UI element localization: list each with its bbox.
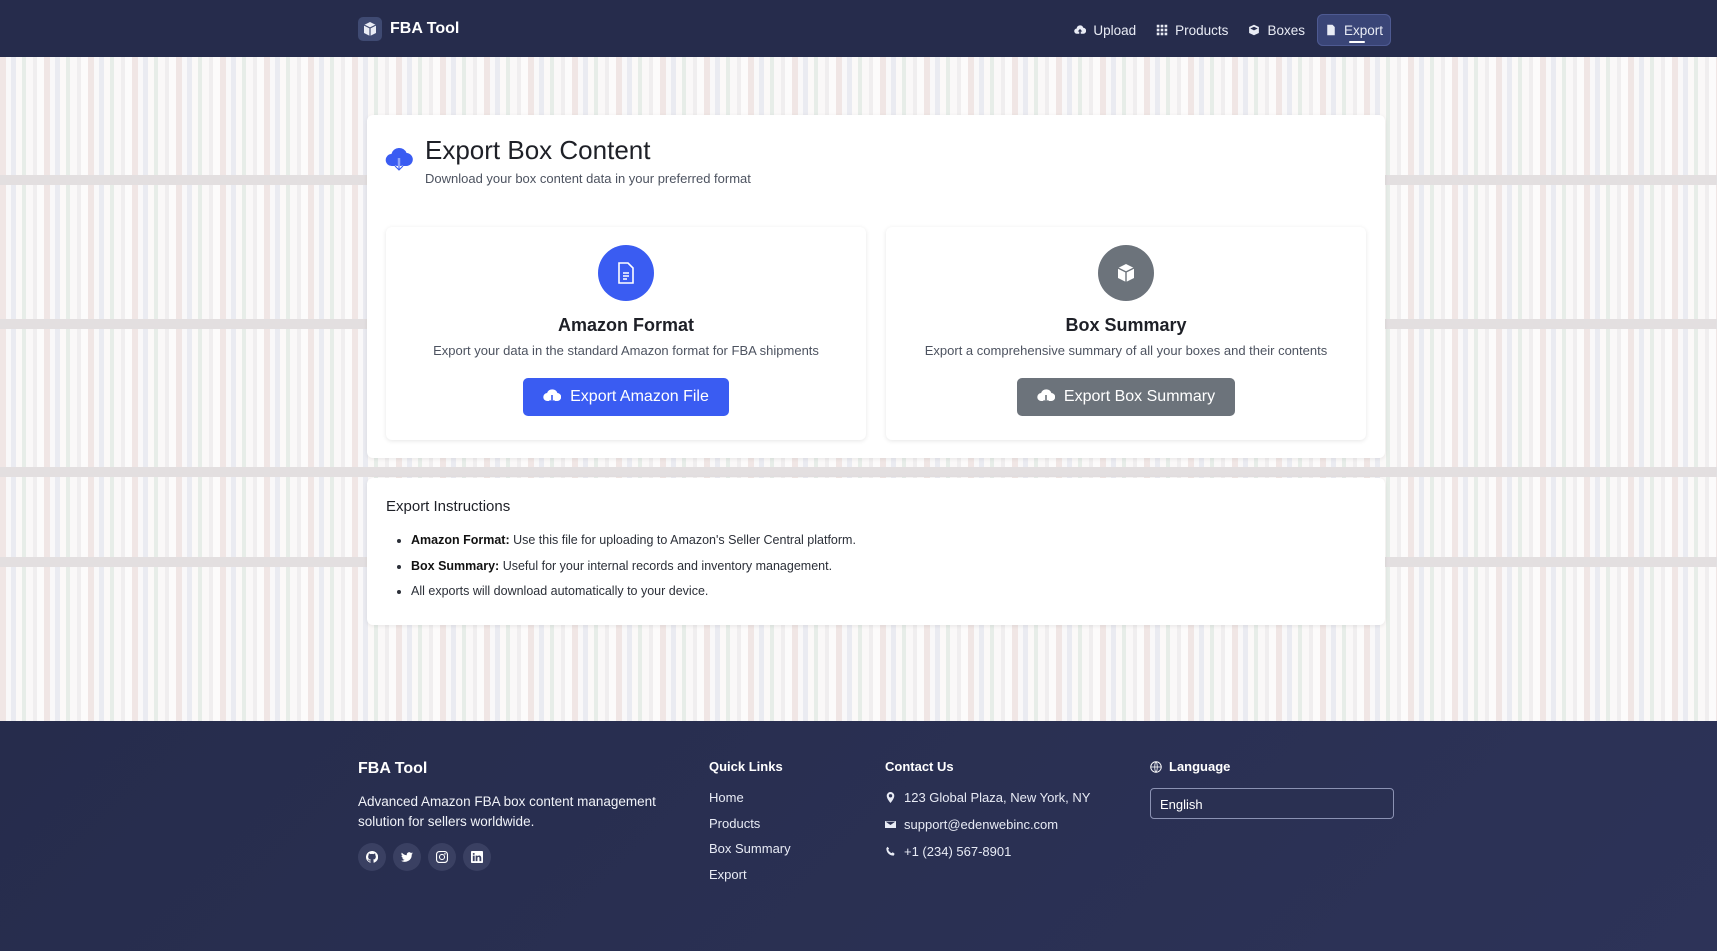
nav-export[interactable]: Export: [1316, 14, 1391, 46]
instruction-text: All exports will download automatically …: [411, 584, 709, 598]
contact-address-text: 123 Global Plaza, New York, NY: [904, 790, 1091, 805]
export-box-summary-label: Export Box Summary: [1063, 388, 1216, 405]
twitter-icon[interactable]: [393, 843, 421, 871]
language-select[interactable]: English: [1150, 788, 1394, 819]
envelope-icon: [885, 821, 896, 828]
footer: FBA Tool Advanced Amazon FBA box content…: [0, 721, 1717, 951]
footer-brand: FBA Tool: [358, 760, 428, 777]
nav-boxes[interactable]: Boxes: [1240, 14, 1313, 46]
amazon-format-description: Export your data in the standard Amazon …: [433, 343, 819, 358]
quick-links: Home Products Box Summary Export: [709, 790, 791, 892]
contact-phone-text: +1 (234) 567-8901: [904, 844, 1012, 859]
page-title: Export Box Content: [425, 135, 651, 165]
instruction-item: All exports will download automatically …: [411, 582, 856, 608]
quick-links-title: Quick Links: [709, 759, 783, 774]
globe-icon: [1150, 760, 1162, 773]
instruction-label: Box Summary:: [411, 558, 500, 573]
amazon-format-card: Amazon Format Export your data in the st…: [386, 227, 866, 440]
page-subtitle: Download your box content data in your p…: [425, 171, 751, 186]
nav-export-label: Export: [1343, 22, 1383, 38]
instruction-item: Box Summary: Useful for your internal re…: [411, 557, 856, 583]
instruction-text: Useful for your internal records and inv…: [499, 558, 833, 573]
nav-upload[interactable]: Upload: [1066, 14, 1144, 46]
nav-products[interactable]: Products: [1148, 14, 1236, 46]
box-icon: [1249, 24, 1260, 36]
cloud-download-icon: [1037, 389, 1055, 405]
instruction-item: Amazon Format: Use this file for uploadi…: [411, 531, 856, 557]
footer-link-box-summary[interactable]: Box Summary: [709, 841, 791, 867]
file-export-icon: [1327, 24, 1335, 36]
box-summary-description: Export a comprehensive summary of all yo…: [924, 343, 1328, 358]
export-amazon-file-button[interactable]: Export Amazon File: [523, 378, 729, 416]
box-icon: [1098, 245, 1154, 301]
contact-email-text: support@edenwebinc.com: [904, 817, 1059, 832]
contact-title: Contact Us: [885, 759, 954, 774]
box-summary-card: Box Summary Export a comprehensive summa…: [886, 227, 1366, 440]
language-title: Language: [1150, 759, 1230, 774]
export-card: Export Box Content Download your box con…: [367, 115, 1385, 458]
cloud-download-icon: [385, 147, 413, 172]
instructions-list: Amazon Format: Use this file for uploadi…: [411, 531, 856, 608]
linkedin-icon[interactable]: [463, 843, 491, 871]
contact-email[interactable]: support@edenwebinc.com: [885, 817, 1090, 844]
instagram-icon[interactable]: [428, 843, 456, 871]
cloud-upload-icon: [1074, 25, 1087, 34]
amazon-format-title: Amazon Format: [557, 315, 694, 335]
box-summary-title: Box Summary: [1065, 315, 1187, 335]
contact-address: 123 Global Plaza, New York, NY: [885, 790, 1090, 817]
nav-products-label: Products: [1175, 22, 1229, 38]
brand[interactable]: FBA Tool: [358, 16, 459, 42]
instruction-label: Amazon Format:: [411, 533, 510, 547]
footer-link-home[interactable]: Home: [709, 790, 791, 816]
footer-link-products[interactable]: Products: [709, 816, 791, 842]
instruction-text: Use this file for uploading to Amazon's …: [509, 533, 856, 547]
navbar: FBA Tool Upload Products Boxes Export: [0, 0, 1717, 57]
export-amazon-file-label: Export Amazon File: [570, 388, 709, 405]
export-box-summary-button[interactable]: Export Box Summary: [1016, 378, 1236, 416]
instructions-title: Export Instructions: [386, 498, 511, 515]
footer-description: Advanced Amazon FBA box content manageme…: [358, 794, 656, 829]
nav-upload-label: Upload: [1093, 22, 1137, 38]
language-title-text: Language: [1169, 759, 1231, 774]
main-nav: Upload Products Boxes Export: [1066, 14, 1391, 46]
github-icon[interactable]: [358, 843, 386, 871]
nav-boxes-label: Boxes: [1267, 22, 1305, 38]
phone-icon: [886, 846, 895, 856]
brand-name: FBA Tool: [390, 20, 460, 37]
contact-phone[interactable]: +1 (234) 567-8901: [885, 844, 1090, 871]
footer-link-export[interactable]: Export: [709, 867, 791, 893]
contact-info: 123 Global Plaza, New York, NY support@e…: [885, 790, 1090, 871]
export-instructions: Export Instructions Amazon Format: Use t…: [367, 478, 1385, 625]
map-pin-icon: [886, 792, 895, 803]
social-links: [358, 843, 491, 871]
box-logo-icon: [358, 17, 382, 41]
document-icon: [598, 245, 654, 301]
grid-icon: [1156, 24, 1168, 36]
cloud-download-icon: [543, 389, 562, 405]
